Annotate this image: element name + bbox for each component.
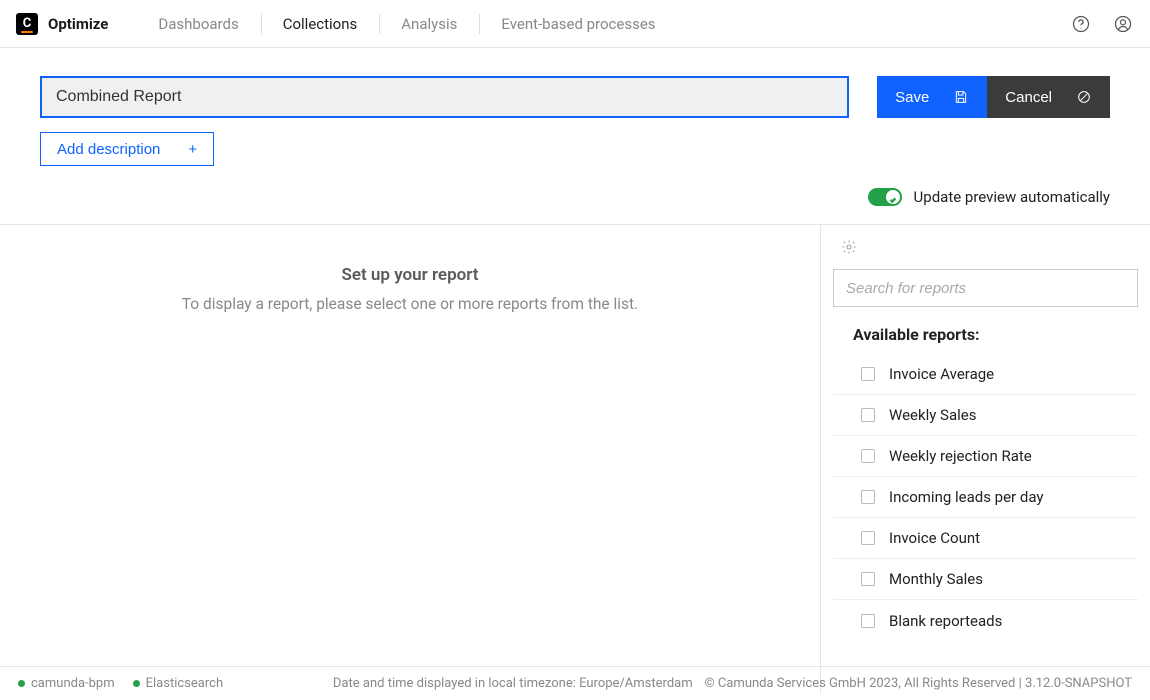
checkbox-icon[interactable]	[861, 572, 875, 586]
checkbox-icon[interactable]	[861, 367, 875, 381]
report-item[interactable]: Blank reporteads	[833, 600, 1138, 641]
report-item-label: Monthly Sales	[889, 570, 983, 588]
checkbox-icon[interactable]	[861, 531, 875, 545]
nav-collections[interactable]: Collections	[261, 12, 380, 36]
report-item-label: Weekly rejection Rate	[889, 447, 1032, 465]
report-item[interactable]: Invoice Count	[833, 518, 1138, 559]
help-icon[interactable]	[1070, 13, 1092, 35]
cancel-icon	[1076, 89, 1092, 105]
nav-dashboards[interactable]: Dashboards	[136, 12, 260, 36]
add-description-label: Add description	[57, 141, 160, 158]
report-item-label: Invoice Count	[889, 529, 980, 547]
report-item[interactable]: Monthly Sales	[833, 559, 1138, 600]
checkbox-icon[interactable]	[861, 490, 875, 504]
add-description-button[interactable]: Add description +	[40, 132, 214, 166]
status-camunda-bpm: camunda-bpm	[18, 676, 115, 691]
user-icon[interactable]	[1112, 13, 1134, 35]
save-button[interactable]: Save	[877, 76, 987, 118]
header: C Optimize Dashboards Collections Analys…	[0, 0, 1150, 48]
available-reports-list: Invoice Average Weekly Sales Weekly reje…	[833, 354, 1138, 641]
footer: camunda-bpm Elasticsearch Date and time …	[0, 666, 1150, 700]
report-item-label: Incoming leads per day	[889, 488, 1043, 506]
report-item-label: Weekly Sales	[889, 406, 976, 424]
setup-subtitle: To display a report, please select one o…	[40, 295, 780, 313]
status-elasticsearch: Elasticsearch	[133, 676, 223, 691]
report-item[interactable]: Weekly rejection Rate	[833, 436, 1138, 477]
auto-preview-toggle[interactable]	[868, 188, 902, 206]
main-nav: Dashboards Collections Analysis Event-ba…	[136, 12, 677, 36]
status-label: Elasticsearch	[146, 676, 223, 691]
report-item[interactable]: Incoming leads per day	[833, 477, 1138, 518]
main-content: Set up your report To display a report, …	[0, 224, 1150, 694]
cancel-label: Cancel	[1005, 89, 1052, 106]
title-actions: Save Cancel	[877, 76, 1110, 118]
report-item[interactable]: Weekly Sales	[833, 395, 1138, 436]
auto-preview-label: Update preview automatically	[914, 188, 1110, 206]
checkbox-icon[interactable]	[861, 449, 875, 463]
report-item-label: Invoice Average	[889, 365, 994, 383]
save-icon	[953, 89, 969, 105]
footer-timezone: Date and time displayed in local timezon…	[321, 676, 704, 691]
footer-copyright: © Camunda Services GmbH 2023, All Rights…	[704, 676, 1132, 691]
report-item[interactable]: Invoice Average	[833, 354, 1138, 395]
available-reports-heading: Available reports:	[853, 325, 1138, 344]
preview-toggle-row: Update preview automatically	[0, 166, 1150, 224]
checkbox-icon[interactable]	[861, 614, 875, 628]
gear-icon[interactable]	[841, 239, 1138, 259]
setup-heading: Set up your report	[40, 265, 780, 285]
title-bar: Add description + Save Cancel	[0, 48, 1150, 166]
report-name-input[interactable]	[40, 76, 849, 118]
checkbox-icon[interactable]	[861, 408, 875, 422]
report-sidebar: Available reports: Invoice Average Weekl…	[820, 225, 1150, 694]
brand-name: Optimize	[48, 15, 108, 33]
plus-icon: +	[188, 141, 197, 158]
check-icon	[889, 192, 897, 200]
brand-logo-icon: C	[16, 13, 38, 35]
search-reports-input[interactable]	[833, 269, 1138, 307]
save-label: Save	[895, 89, 929, 106]
report-item-label: Blank reporteads	[889, 612, 1002, 630]
report-preview-area: Set up your report To display a report, …	[0, 225, 820, 694]
cancel-button[interactable]: Cancel	[987, 76, 1110, 118]
status-dot-icon	[133, 680, 140, 687]
status-label: camunda-bpm	[31, 676, 115, 691]
nav-analysis[interactable]: Analysis	[379, 12, 479, 36]
status-dot-icon	[18, 680, 25, 687]
nav-event-based-processes[interactable]: Event-based processes	[479, 12, 677, 36]
